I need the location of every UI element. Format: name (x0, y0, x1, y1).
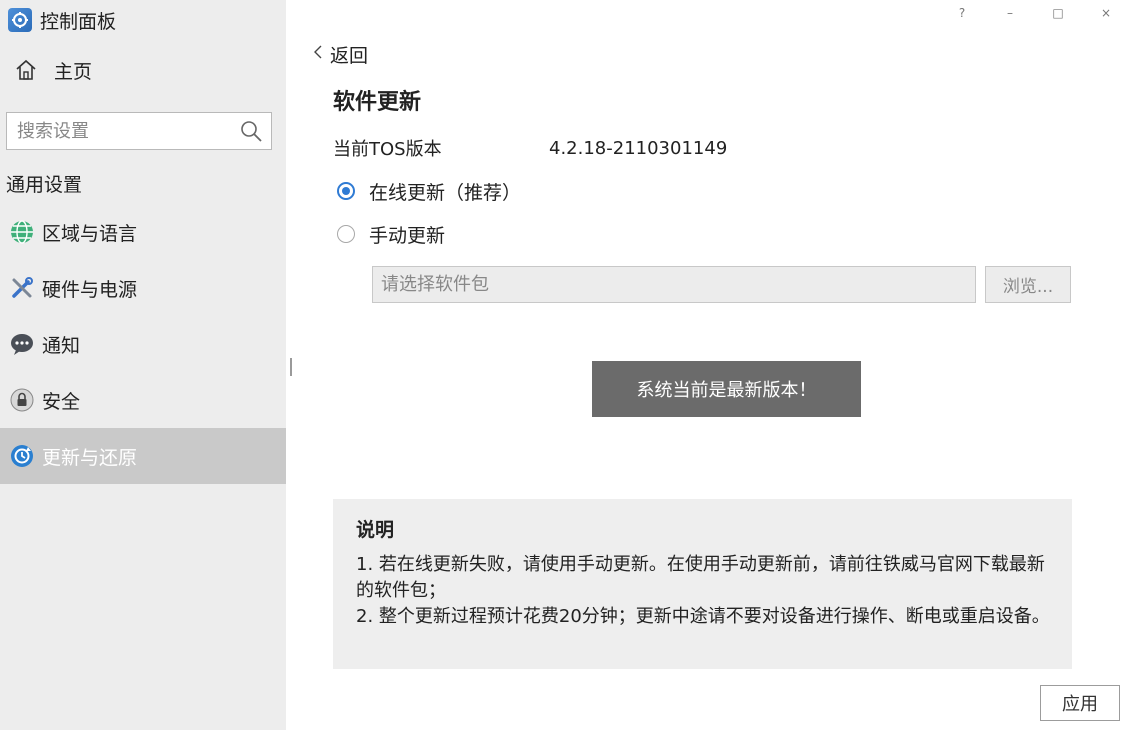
version-label: 当前TOS版本 (333, 139, 442, 160)
radio-online-update-label: 在线更新（推荐） (369, 181, 522, 204)
globe-icon (8, 218, 36, 246)
sidebar-item-region-language[interactable]: 区域与语言 (0, 204, 286, 260)
help-button[interactable]: ? (938, 0, 986, 26)
sidebar-item-label: 安全 (42, 390, 81, 413)
search-icon[interactable] (237, 117, 265, 145)
sidebar-item-label: 硬件与电源 (42, 278, 138, 301)
chevron-left-icon (312, 43, 324, 65)
radio-manual-update[interactable]: 手动更新 (337, 219, 445, 249)
back-button[interactable]: 返回 (312, 40, 368, 68)
home-icon (12, 56, 40, 84)
browse-button[interactable]: 浏览... (985, 266, 1071, 303)
search-input[interactable] (7, 119, 237, 143)
maximize-button[interactable]: □ (1034, 0, 1082, 26)
note-line: 2. 整个更新过程预计花费20分钟；更新中途请不要对设备进行操作、断电或重启设备… (356, 606, 1050, 627)
sidebar-item-notification[interactable]: 通知 (0, 316, 286, 372)
radio-online-update-indicator[interactable] (337, 182, 355, 200)
update-icon (8, 442, 36, 470)
lock-icon (8, 386, 36, 414)
pane-splitter-handle[interactable] (290, 358, 292, 376)
page-title: 软件更新 (333, 90, 422, 115)
window-controls: ? – □ × (938, 0, 1130, 26)
note-panel: 说明 1. 若在线更新失败，请使用手动更新。在使用手动更新前，请前往铁威马官网下… (333, 499, 1072, 669)
control-panel-logo-icon (8, 8, 32, 32)
section-title: 通用设置 (6, 174, 83, 196)
sidebar-item-hardware-power[interactable]: 硬件与电源 (0, 260, 286, 316)
home-label: 主页 (54, 60, 93, 83)
note-title: 说明 (356, 519, 395, 541)
sidebar-item-label: 区域与语言 (42, 222, 138, 245)
sidebar-item-label: 通知 (42, 334, 81, 357)
package-path-input[interactable] (372, 266, 976, 303)
system-up-to-date-button[interactable]: 系统当前是最新版本！ (592, 361, 861, 417)
minimize-button[interactable]: – (986, 0, 1034, 26)
radio-online-update[interactable]: 在线更新（推荐） (337, 176, 521, 206)
back-label: 返回 (330, 44, 369, 67)
version-value: 4.2.18-2110301149 (549, 137, 728, 159)
sidebar-item-home[interactable]: 主页 (12, 52, 272, 88)
sidebar: 控制面板 主页 通用设置 区域与语言 硬件与电源 (0, 0, 286, 730)
chat-bubble-icon (8, 330, 36, 358)
sidebar-nav: 区域与语言 硬件与电源 通知 安全 更新与还原 (0, 204, 286, 484)
sidebar-item-label: 更新与还原 (42, 446, 138, 469)
app-title: 控制面板 (8, 6, 116, 34)
sidebar-item-update-restore[interactable]: 更新与还原 (0, 428, 286, 484)
radio-manual-update-indicator[interactable] (337, 225, 355, 243)
radio-manual-update-label: 手动更新 (369, 224, 446, 247)
note-line: 1. 若在线更新失败，请使用手动更新。在使用手动更新前，请前往铁威马官网下载最新… (356, 554, 1045, 601)
search-box (6, 112, 272, 150)
version-row: 当前TOS版本 4.2.18-2110301149 (333, 134, 727, 162)
close-button[interactable]: × (1082, 0, 1130, 26)
sidebar-item-security[interactable]: 安全 (0, 372, 286, 428)
app-title-text: 控制面板 (40, 10, 117, 33)
tools-icon (8, 274, 36, 302)
apply-button[interactable]: 应用 (1040, 685, 1120, 721)
